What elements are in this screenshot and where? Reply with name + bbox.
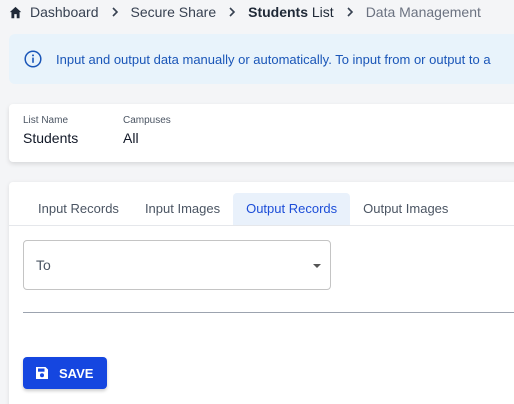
chevron-right-icon [347, 7, 353, 17]
info-icon [24, 50, 42, 68]
banner-text: Input and output data manually or automa… [56, 51, 491, 67]
tab-input-images[interactable]: Input Images [132, 193, 233, 225]
breadcrumb-dashboard[interactable]: Dashboard [9, 4, 99, 20]
info-banner: Input and output data manually or automa… [9, 34, 514, 84]
save-button-label: SAVE [59, 365, 94, 381]
chevron-right-icon [111, 7, 118, 17]
data-management-card: Input Records Input Images Output Record… [9, 182, 514, 404]
campuses-field: Campuses All [123, 115, 171, 146]
field-underline [23, 312, 514, 313]
chevron-right-icon [229, 7, 236, 17]
breadcrumb: Dashboard Secure Share Students List Dat… [9, 3, 481, 21]
breadcrumb-data-management: Data Management [365, 4, 481, 20]
to-select[interactable]: To [23, 240, 331, 290]
breadcrumb-students-list[interactable]: Students List [248, 4, 334, 20]
breadcrumb-dashboard-label: Dashboard [30, 4, 99, 20]
home-icon [9, 6, 22, 18]
to-select-label: To [36, 257, 51, 273]
list-name-value: Students [23, 130, 79, 146]
breadcrumb-students-list-rest: List [308, 4, 334, 20]
campuses-value: All [123, 130, 139, 146]
tab-output-images[interactable]: Output Images [350, 193, 461, 225]
tab-divider [9, 225, 514, 226]
breadcrumb-students-list-bold: Students [248, 4, 308, 20]
breadcrumb-secure-share[interactable]: Secure Share [131, 4, 217, 20]
tab-output-records[interactable]: Output Records [233, 193, 351, 225]
campuses-label: Campuses [123, 115, 171, 126]
list-name-label: List Name [23, 115, 69, 126]
tab-input-records[interactable]: Input Records [25, 193, 132, 225]
list-info-card: List Name Students Campuses All [9, 104, 514, 162]
save-button[interactable]: SAVE [23, 357, 107, 389]
list-name-field: List Name Students [23, 115, 78, 146]
save-icon [36, 367, 48, 379]
tab-bar: Input Records Input Images Output Record… [25, 193, 461, 225]
page: Dashboard Secure Share Students List Dat… [0, 0, 514, 404]
caret-down-icon [313, 264, 321, 268]
